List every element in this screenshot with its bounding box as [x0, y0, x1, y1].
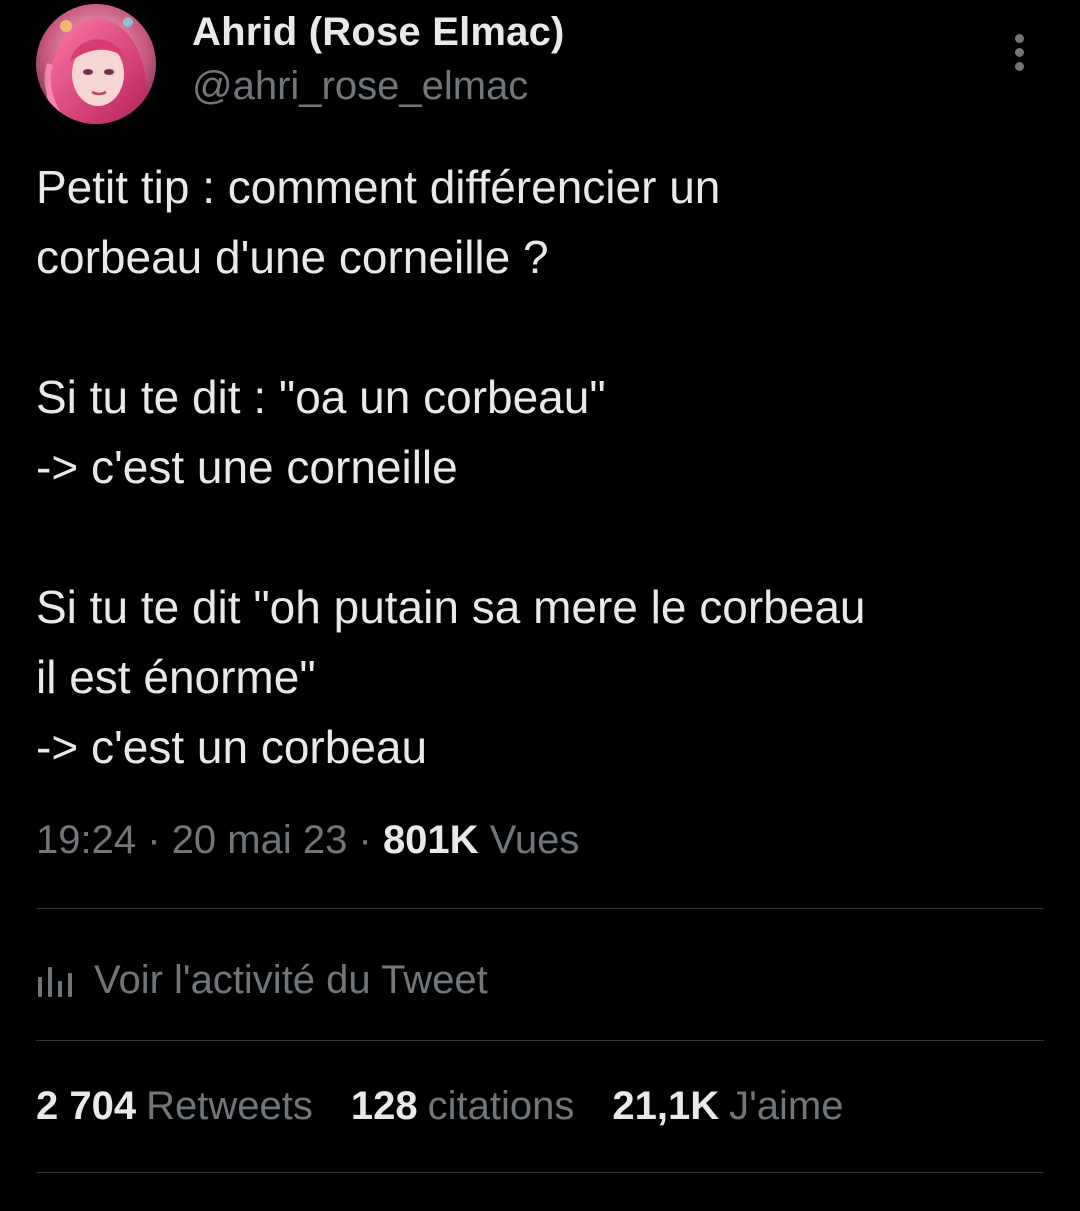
bar-chart-icon [38, 967, 72, 997]
avatar-image [36, 4, 156, 124]
quotes-count: 128 [350, 1084, 418, 1128]
tweet-text: Petit tip : comment différencier un corb… [36, 152, 1056, 782]
divider [36, 1040, 1044, 1041]
tweet-text-line: corbeau d'une corneille ? [36, 231, 549, 283]
tweet-text-line: Petit tip : comment différencier un [36, 161, 721, 213]
tweet-time[interactable]: 19:24 [36, 818, 136, 862]
views-label: Vues [489, 818, 580, 862]
view-activity-link[interactable]: Voir l'activité du Tweet [36, 952, 488, 1008]
likes-stat[interactable]: 21,1K J'aime [612, 1084, 843, 1129]
tweet-header: Ahrid (Rose Elmac) @ahri_rose_elmac [0, 0, 1080, 140]
views-count: 801K [382, 818, 479, 862]
tweet-text-line: -> c'est une corneille [36, 441, 458, 493]
view-activity-label: Voir l'activité du Tweet [94, 957, 488, 1002]
author-handle[interactable]: @ahri_rose_elmac [192, 64, 528, 109]
retweets-count: 2 704 [36, 1084, 137, 1128]
retweets-stat[interactable]: 2 704 Retweets [36, 1084, 313, 1129]
tweet-text-line: il est énorme" [36, 651, 316, 703]
quotes-label: citations [427, 1084, 575, 1128]
meta-separator: · [147, 818, 161, 862]
tweet-meta: 19:24 · 20 mai 23 · 801K Vues [36, 818, 579, 863]
tweet-date[interactable]: 20 mai 23 [172, 818, 348, 862]
divider [36, 908, 1044, 909]
tweet-text-line: Si tu te dit : "oa un corbeau" [36, 371, 606, 423]
retweets-label: Retweets [146, 1084, 313, 1128]
more-vertical-icon[interactable] [1000, 26, 1040, 80]
tweet-stats: 2 704 Retweets 128 citations 21,1K J'aime [36, 1084, 881, 1129]
tweet-text-line: -> c'est un corbeau [36, 721, 428, 773]
quotes-stat[interactable]: 128 citations [351, 1084, 575, 1129]
tweet-text-line: Si tu te dit "oh putain sa mere le corbe… [36, 581, 866, 633]
avatar[interactable] [36, 4, 156, 124]
likes-label: J'aime [729, 1084, 844, 1128]
meta-separator: · [358, 818, 372, 862]
author-display-name[interactable]: Ahrid (Rose Elmac) [192, 10, 565, 55]
divider [36, 1172, 1044, 1173]
likes-count: 21,1K [612, 1084, 720, 1128]
